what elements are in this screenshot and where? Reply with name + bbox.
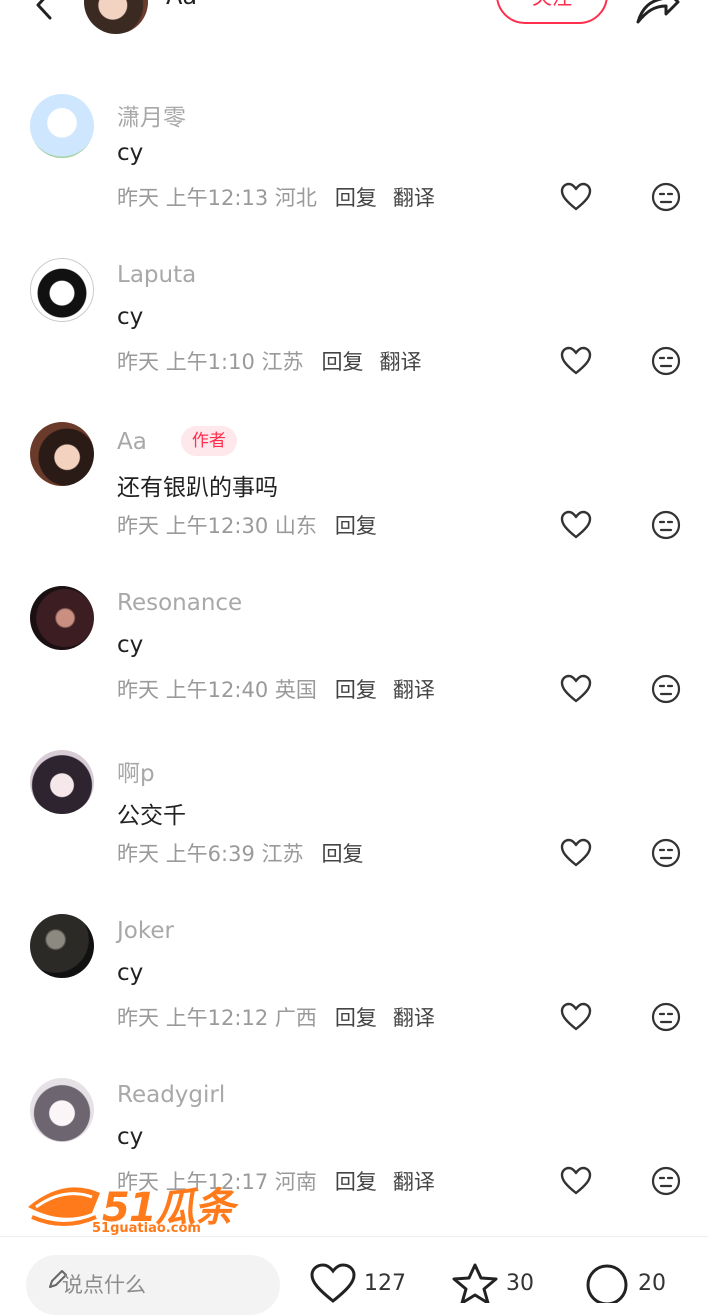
comment-location: 江苏 — [261, 842, 304, 866]
comment-date: 昨天 — [117, 678, 159, 702]
comment-username[interactable]: Readygirl — [117, 1082, 225, 1108]
comment-username[interactable]: Laputa — [117, 262, 196, 288]
heart-icon[interactable] — [560, 1002, 592, 1032]
comment-location: 河北 — [274, 186, 317, 210]
comment-meta: 昨天 上午12:30 山东 回复 — [117, 510, 377, 540]
comment-input-placeholder: 说点什么 — [62, 1273, 146, 1297]
avatar[interactable] — [30, 258, 94, 322]
reply-button[interactable]: 回复 — [322, 842, 364, 866]
comment-item: 潇月零 cy 昨天 上午12:13 河北 回复 翻译 — [0, 90, 708, 240]
top-bar: Aa 关注 — [0, 0, 708, 34]
comment-text: cy — [117, 304, 144, 330]
comment-text: 还有银趴的事吗 — [117, 475, 278, 501]
author-name[interactable]: Aa — [166, 0, 197, 10]
comment-username[interactable]: 潇月零 — [117, 98, 186, 132]
comment-time: 上午12:30 — [165, 514, 269, 538]
emoji-face-icon[interactable] — [651, 674, 681, 704]
comment-meta: 昨天 上午12:40 英国 回复 翻译 — [117, 674, 435, 704]
heart-icon[interactable] — [560, 838, 592, 868]
comment-date: 昨天 — [117, 842, 159, 866]
comment-meta: 昨天 上午12:13 河北 回复 翻译 — [117, 182, 435, 212]
comment-item: Joker cy 昨天 上午12:12 广西 回复 翻译 — [0, 910, 708, 1060]
comment-text: cy — [117, 140, 144, 166]
translate-button[interactable]: 翻译 — [393, 186, 435, 210]
comment-meta: 昨天 上午6:39 江苏 回复 — [117, 838, 364, 868]
comment-location: 山东 — [274, 514, 317, 538]
emoji-face-icon[interactable] — [651, 182, 681, 212]
comment-username[interactable]: Resonance — [117, 590, 242, 616]
author-badge: 作者 — [180, 426, 237, 456]
comment-item: Laputa cy 昨天 上午1:10 江苏 回复 翻译 — [0, 254, 708, 404]
reply-button[interactable]: 回复 — [335, 678, 377, 702]
emoji-face-icon[interactable] — [651, 1166, 681, 1196]
collect-count: 30 — [506, 1271, 534, 1296]
comment-text: cy — [117, 1124, 144, 1150]
comment-item: Aa 作者 还有银趴的事吗 昨天 上午12:30 山东 回复 — [0, 418, 708, 568]
comment-text: cy — [117, 632, 144, 658]
reply-button[interactable]: 回复 — [322, 350, 364, 374]
translate-button[interactable]: 翻译 — [393, 1170, 435, 1194]
comment-bubble-icon — [586, 1264, 628, 1303]
watermark-logo: 51瓜条 51guatiao.com — [24, 1165, 244, 1241]
comment-date: 昨天 — [117, 1006, 159, 1030]
heart-icon — [310, 1263, 356, 1303]
comment-time: 上午12:13 — [165, 186, 269, 210]
bottom-action-bar: 说点什么 127 30 20 — [0, 1236, 708, 1315]
comment-username[interactable]: Aa 作者 — [117, 426, 237, 456]
comment-username-text: Aa — [117, 429, 147, 455]
comment-date: 昨天 — [117, 350, 159, 374]
reply-button[interactable]: 回复 — [335, 514, 377, 538]
back-arrow-icon[interactable] — [30, 0, 58, 20]
comment-time: 上午12:12 — [165, 1006, 269, 1030]
star-icon — [452, 1263, 498, 1303]
like-count: 127 — [364, 1271, 406, 1296]
comment-item: Resonance cy 昨天 上午12:40 英国 回复 翻译 — [0, 582, 708, 732]
follow-button[interactable]: 关注 — [496, 0, 608, 24]
comment-username[interactable]: 啊p — [117, 754, 155, 788]
emoji-face-icon[interactable] — [651, 346, 681, 376]
avatar[interactable] — [30, 422, 94, 486]
translate-button[interactable]: 翻译 — [380, 350, 422, 374]
comment-location: 广西 — [274, 1006, 317, 1030]
comment-time: 上午1:10 — [165, 350, 255, 374]
emoji-face-icon[interactable] — [651, 510, 681, 540]
comment-meta: 昨天 上午12:12 广西 回复 翻译 — [117, 1002, 435, 1032]
translate-button[interactable]: 翻译 — [393, 678, 435, 702]
reply-button[interactable]: 回复 — [335, 1170, 377, 1194]
comment-item: 啊p 公交千 昨天 上午6:39 江苏 回复 — [0, 746, 708, 896]
avatar[interactable] — [30, 914, 94, 978]
comment-meta: 昨天 上午1:10 江苏 回复 翻译 — [117, 346, 422, 376]
comment-location: 江苏 — [261, 350, 304, 374]
translate-button[interactable]: 翻译 — [393, 1006, 435, 1030]
heart-icon[interactable] — [560, 674, 592, 704]
avatar[interactable] — [30, 94, 94, 158]
comment-date: 昨天 — [117, 186, 159, 210]
heart-icon[interactable] — [560, 1166, 592, 1196]
author-avatar[interactable] — [84, 0, 148, 34]
heart-icon[interactable] — [560, 510, 592, 540]
avatar[interactable] — [30, 586, 94, 650]
comment-location: 河南 — [274, 1170, 317, 1194]
comment-count: 20 — [638, 1271, 666, 1296]
emoji-face-icon[interactable] — [651, 838, 681, 868]
reply-button[interactable]: 回复 — [335, 186, 377, 210]
comment-username[interactable]: Joker — [117, 918, 174, 944]
watermark-url: 51guatiao.com — [92, 1221, 201, 1236]
reply-button[interactable]: 回复 — [335, 1006, 377, 1030]
comment-text: 公交千 — [117, 803, 186, 829]
comment-location: 英国 — [274, 678, 317, 702]
comment-date: 昨天 — [117, 514, 159, 538]
avatar[interactable] — [30, 1078, 94, 1142]
comment-text: cy — [117, 960, 144, 986]
comment-time: 上午6:39 — [165, 842, 255, 866]
comment-time: 上午12:40 — [165, 678, 269, 702]
emoji-face-icon[interactable] — [651, 1002, 681, 1032]
heart-icon[interactable] — [560, 182, 592, 212]
heart-icon[interactable] — [560, 346, 592, 376]
avatar[interactable] — [30, 750, 94, 814]
share-icon[interactable] — [632, 0, 680, 26]
